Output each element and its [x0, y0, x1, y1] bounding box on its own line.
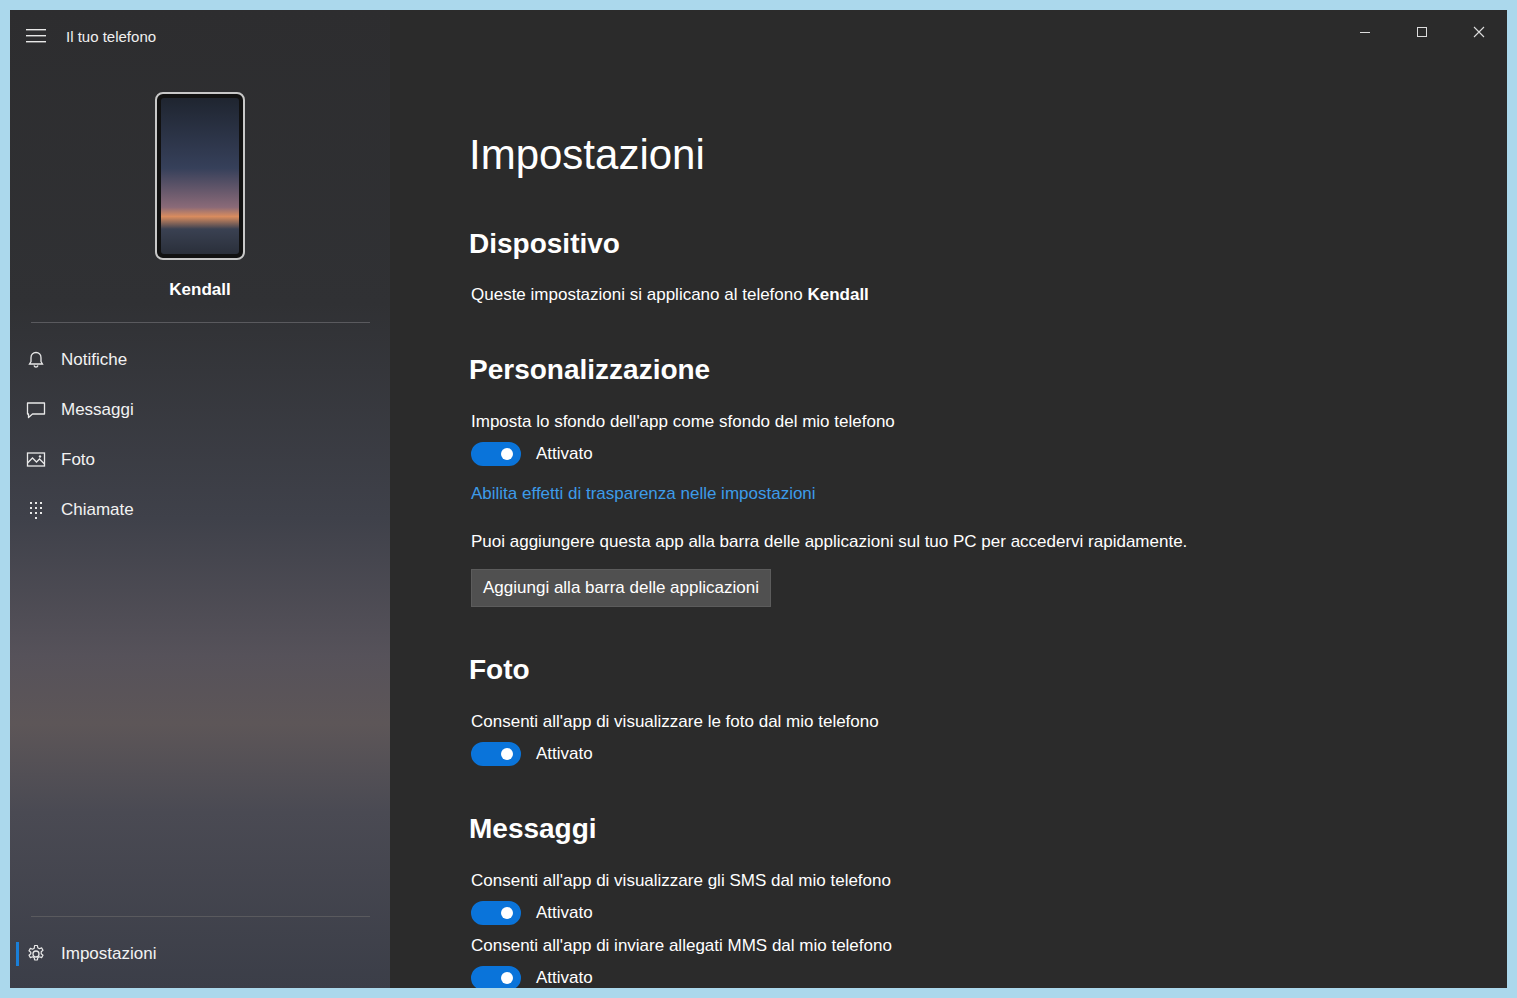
- sidebar-item[interactable]: Chiamate: [10, 485, 390, 535]
- pin-taskbar-button[interactable]: Aggiungi alla barra delle applicazioni: [471, 569, 771, 607]
- toggle-knob: [501, 907, 513, 919]
- screen: Il tuo telefono Kendall Notifiche Messaggi F…: [0, 0, 1517, 998]
- sidebar-item[interactable]: Foto: [10, 435, 390, 485]
- close-button[interactable]: [1450, 10, 1507, 54]
- toggle-setting: Consenti all'app di inviare allegati MMS…: [469, 934, 1487, 988]
- app-window: Il tuo telefono Kendall Notifiche Messaggi F…: [10, 10, 1507, 988]
- selection-bar: [16, 942, 19, 966]
- toggle-label: Consenti all'app di inviare allegati MMS…: [471, 934, 1487, 958]
- toggle-row: Attivato: [471, 966, 1487, 988]
- nav-list: Notifiche Messaggi Foto Chiamate: [10, 335, 390, 535]
- toggle-knob: [501, 448, 513, 460]
- settings-section: Messaggi Consenti all'app di visualizzare…: [469, 811, 1487, 988]
- toggle-switch[interactable]: [471, 966, 521, 988]
- toggle-setting: Imposta lo sfondo dell'app come sfondo d…: [469, 410, 1487, 466]
- sidebar-item-label: Chiamate: [61, 499, 134, 521]
- device-text: Queste impostazioni si applicano al tele…: [469, 283, 1487, 307]
- sidebar: Il tuo telefono Kendall Notifiche Messaggi F…: [10, 10, 390, 988]
- section-heading: Foto: [469, 652, 1487, 688]
- transparency-link[interactable]: Abilita effetti di trasparenza nelle imp…: [469, 482, 1487, 506]
- toggle-label: Consenti all'app di visualizzare gli SMS…: [471, 869, 1487, 893]
- section-heading: Messaggi: [469, 811, 1487, 847]
- toggle-setting: Consenti all'app di visualizzare gli SMS…: [469, 869, 1487, 925]
- phone-preview: [155, 92, 245, 260]
- toggle-label: Imposta lo sfondo dell'app come sfondo d…: [471, 410, 1487, 434]
- maximize-icon: [1416, 26, 1428, 38]
- message-icon: [26, 400, 46, 420]
- toggle-row: Attivato: [471, 442, 1487, 466]
- toggle-switch[interactable]: [471, 442, 521, 466]
- divider: [31, 322, 370, 323]
- toggle-row: Attivato: [471, 742, 1487, 766]
- phone-wallpaper: [161, 98, 239, 254]
- settings-page: Impostazioni Dispositivo Queste impostazio…: [390, 10, 1507, 988]
- window-controls: [390, 10, 1507, 54]
- section-heading: Dispositivo: [469, 226, 1487, 262]
- sidebar-item[interactable]: Messaggi: [10, 385, 390, 435]
- section-heading: Personalizzazione: [469, 352, 1487, 388]
- menu-icon[interactable]: [26, 29, 46, 43]
- window-title: Il tuo telefono: [66, 28, 156, 45]
- toggle-setting: Consenti all'app di visualizzare le foto…: [469, 710, 1487, 766]
- toggle-knob: [501, 972, 513, 984]
- toggle-state: Attivato: [536, 966, 593, 988]
- toggle-switch[interactable]: [471, 742, 521, 766]
- close-icon: [1473, 26, 1485, 38]
- toggle-knob: [501, 748, 513, 760]
- settings-section: Foto Consenti all'app di visualizzare le …: [469, 652, 1487, 766]
- divider: [31, 916, 370, 917]
- toggle-switch[interactable]: [471, 901, 521, 925]
- settings-label: Impostazioni: [61, 943, 156, 965]
- gear-icon: [26, 944, 46, 964]
- settings-section: Personalizzazione Imposta lo sfondo dell'…: [469, 352, 1487, 607]
- toggle-row: Attivato: [471, 901, 1487, 925]
- sidebar-item-label: Notifiche: [61, 349, 127, 371]
- button-row: Aggiungi alla barra delle applicazioni: [469, 569, 1487, 607]
- toggle-state: Attivato: [536, 901, 593, 925]
- sidebar-item-label: Messaggi: [61, 399, 134, 421]
- minimize-icon: [1359, 26, 1371, 38]
- dialpad-icon: [26, 500, 46, 520]
- photo-icon: [26, 450, 46, 470]
- bell-icon: [26, 350, 46, 370]
- toggle-label: Consenti all'app di visualizzare le foto…: [471, 710, 1487, 734]
- toggle-state: Attivato: [536, 742, 593, 766]
- settings-item[interactable]: Impostazioni: [10, 929, 390, 979]
- description: Puoi aggiungere questa app alla barra de…: [469, 530, 1487, 554]
- title-bar: Il tuo telefono: [10, 10, 390, 62]
- settings-section: Dispositivo Queste impostazioni si applic…: [469, 226, 1487, 307]
- sidebar-item[interactable]: Notifiche: [10, 335, 390, 385]
- phone-name: Kendall: [10, 279, 390, 301]
- sidebar-item-label: Foto: [61, 449, 95, 471]
- settings-body: Impostazioni Dispositivo Queste impostazio…: [390, 54, 1507, 988]
- maximize-button[interactable]: [1393, 10, 1450, 54]
- toggle-state: Attivato: [536, 442, 593, 466]
- minimize-button[interactable]: [1336, 10, 1393, 54]
- page-title: Impostazioni: [469, 129, 1487, 181]
